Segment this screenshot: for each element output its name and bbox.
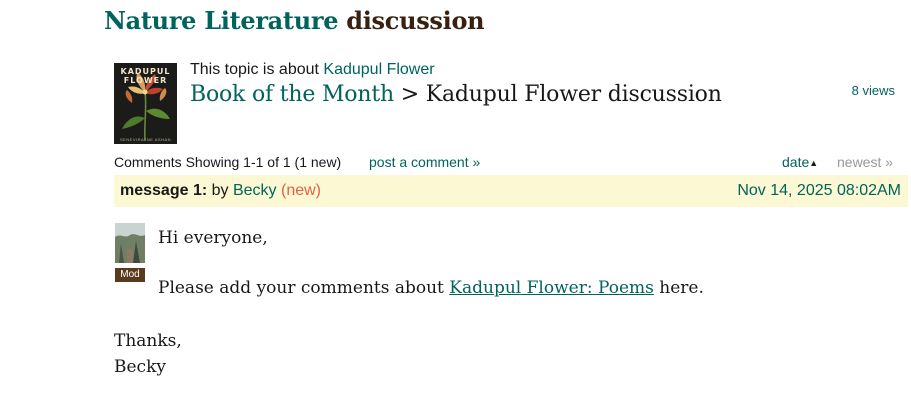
- message-signature: Becky: [114, 357, 166, 377]
- message-line-1: Hi everyone,: [158, 228, 268, 248]
- mod-badge: Mod: [115, 268, 145, 282]
- message-line-3: Thanks,: [114, 331, 182, 351]
- message-label: message 1: by Becky (new): [120, 182, 321, 200]
- message-line-2-prefix: Please add your comments about: [158, 278, 450, 298]
- sort-newest-link[interactable]: newest »: [837, 154, 893, 170]
- message-by: by: [207, 182, 233, 199]
- message-line-2: Please add your comments about Kadupul F…: [158, 278, 704, 298]
- page-title: Nature Literature discussion: [104, 6, 485, 35]
- cover-title: KADUPUL FLOWER: [114, 67, 177, 85]
- cover-author: SENEVIRATNE ASHAN: [119, 137, 172, 142]
- new-tag: (new): [276, 182, 321, 199]
- sort-ascending-icon: ▲: [809, 158, 819, 168]
- book-title-link[interactable]: Kadupul Flower: Poems: [449, 278, 654, 298]
- topic-book-link[interactable]: Kadupul Flower: [323, 61, 434, 78]
- page-title-suffix: discussion: [338, 6, 485, 35]
- breadcrumb: Book of the Month > Kadupul Flower discu…: [190, 82, 722, 107]
- topic-about: This topic is about Kadupul Flower: [190, 61, 435, 79]
- cover-title-line2: FLOWER: [123, 76, 168, 85]
- views-count: 8 views: [851, 83, 895, 98]
- sort-by-date-link[interactable]: date▲: [782, 154, 818, 170]
- cover-title-line1: KADUPUL: [120, 67, 171, 76]
- message-header: message 1: by Becky (new) Nov 14, 2025 0…: [114, 175, 908, 207]
- comments-count-label: Comments Showing 1-1 of 1 (1 new): [114, 154, 342, 170]
- topic-about-prefix: This topic is about: [190, 61, 324, 78]
- message-line-2-suffix: here.: [653, 278, 704, 298]
- book-cover-image[interactable]: KADUPUL FLOWER SENEVIRATNE ASHAN: [114, 63, 177, 144]
- sort-date-label: date: [782, 154, 810, 170]
- post-comment-link[interactable]: post a comment »: [369, 154, 480, 170]
- message-date-link[interactable]: Nov 14, 2025 08:02AM: [737, 182, 901, 200]
- breadcrumb-current: Kadupul Flower discussion: [425, 82, 722, 107]
- group-name-link[interactable]: Nature Literature: [104, 6, 338, 35]
- message-author-link[interactable]: Becky: [233, 182, 277, 199]
- breadcrumb-folder-link[interactable]: Book of the Month: [190, 82, 394, 107]
- message-number: message 1:: [120, 182, 208, 199]
- avatar-image: [115, 223, 145, 263]
- breadcrumb-separator: >: [393, 82, 426, 107]
- avatar[interactable]: [115, 223, 145, 263]
